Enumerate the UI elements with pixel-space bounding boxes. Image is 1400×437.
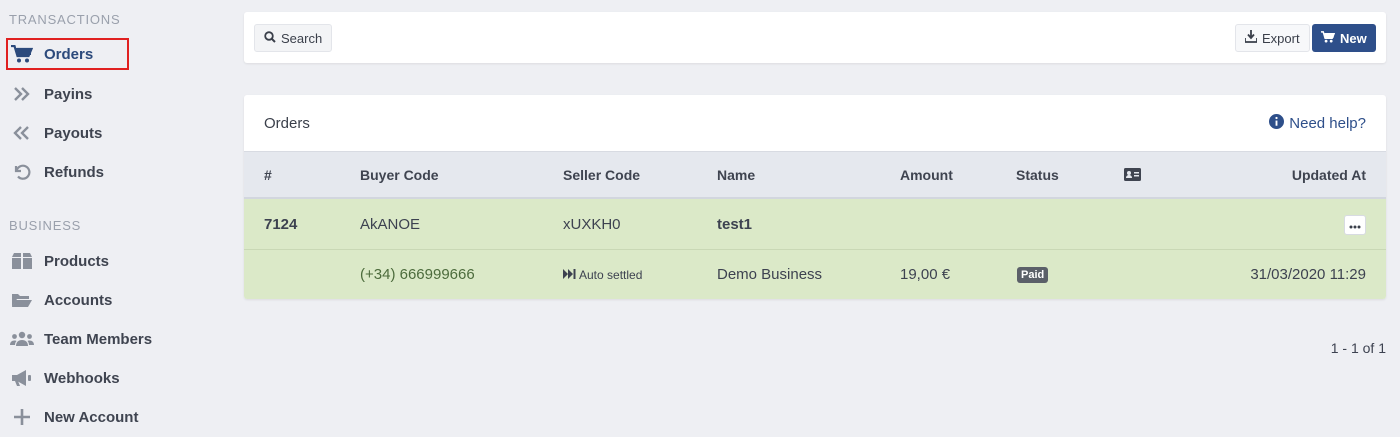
order-id: 7124 bbox=[264, 216, 298, 233]
updated-at: 31/03/2020 11:29 bbox=[1250, 266, 1366, 283]
table-header: # Buyer Code Seller Code Name Amount Sta… bbox=[244, 151, 1386, 199]
sidebar-item-label: Accounts bbox=[44, 291, 113, 309]
section-title-transactions: TRANSACTIONS bbox=[9, 12, 121, 27]
sidebar-item-payouts[interactable]: Payouts bbox=[6, 117, 129, 149]
new-button-label: New bbox=[1340, 30, 1367, 46]
buyer-code: AkANOE bbox=[360, 216, 421, 233]
table-row-details[interactable]: (+34) 666999666 Auto settled Demo Busine… bbox=[244, 250, 1386, 299]
sidebar-item-label: Team Members bbox=[44, 330, 153, 348]
sidebar-item-new-account[interactable]: New Account bbox=[6, 401, 226, 433]
table-row[interactable]: 7124 AkANOE xUXKH0 test1 bbox=[244, 199, 1386, 250]
column-header-status[interactable]: Status bbox=[1016, 167, 1059, 183]
download-icon bbox=[1244, 30, 1258, 46]
undo-icon bbox=[9, 162, 35, 182]
search-icon bbox=[264, 30, 276, 46]
need-help-link[interactable]: Need help? bbox=[1269, 114, 1366, 133]
search-button[interactable]: Search bbox=[254, 24, 333, 52]
column-header-updated-at[interactable]: Updated At bbox=[1292, 167, 1366, 183]
sidebar-item-label: Refunds bbox=[44, 163, 104, 181]
sidebar-item-label: Payouts bbox=[44, 124, 103, 142]
sidebar-item-label: Payins bbox=[44, 85, 93, 103]
status-badge: Paid bbox=[1017, 267, 1049, 283]
seller-code: xUXKH0 bbox=[563, 216, 621, 233]
business-name: Demo Business bbox=[717, 266, 823, 283]
search-button-label: Search bbox=[281, 30, 323, 46]
fast-forward-icon bbox=[563, 268, 576, 282]
sidebar-item-label: Products bbox=[44, 252, 110, 270]
export-button-label: Export bbox=[1262, 30, 1300, 46]
sidebar-item-payins[interactable]: Payins bbox=[6, 78, 129, 110]
id-card-icon bbox=[1124, 168, 1141, 184]
info-icon bbox=[1269, 114, 1285, 133]
cart-icon bbox=[1321, 30, 1336, 46]
sidebar-item-label: New Account bbox=[44, 408, 139, 426]
column-header-buyer-code[interactable]: Buyer Code bbox=[360, 167, 439, 183]
sidebar-item-orders[interactable]: Orders bbox=[6, 38, 129, 70]
sidebar-item-team-members[interactable]: Team Members bbox=[6, 323, 226, 355]
order-amount: 19,00 € bbox=[900, 266, 951, 283]
orders-card: Orders Need help? # Buyer Code Seller Co… bbox=[244, 95, 1386, 299]
sidebar-item-refunds[interactable]: Refunds bbox=[6, 156, 129, 188]
section-title-business: BUSINESS bbox=[9, 218, 82, 233]
card-title: Orders bbox=[264, 115, 310, 132]
column-header-name[interactable]: Name bbox=[717, 167, 755, 183]
toolbar: Search Export New bbox=[244, 12, 1386, 63]
sidebar-item-label: Webhooks bbox=[44, 369, 120, 387]
double-chevron-left-icon bbox=[9, 123, 35, 143]
sidebar-item-accounts[interactable]: Accounts bbox=[6, 284, 226, 316]
seller-settlement: Auto settled bbox=[563, 268, 642, 282]
sidebar-item-webhooks[interactable]: Webhooks bbox=[6, 362, 226, 394]
buyer-phone: (+34) 666999666 bbox=[360, 266, 475, 283]
column-header-id[interactable]: # bbox=[264, 167, 272, 183]
sidebar-item-products[interactable]: Products bbox=[6, 245, 226, 277]
pagination-summary: 1 - 1 of 1 bbox=[1330, 340, 1386, 356]
new-button[interactable]: New bbox=[1312, 24, 1376, 52]
plus-icon bbox=[9, 407, 35, 427]
column-header-amount[interactable]: Amount bbox=[900, 167, 953, 183]
need-help-label: Need help? bbox=[1289, 115, 1366, 132]
double-chevron-right-icon bbox=[9, 84, 35, 104]
seller-settlement-label: Auto settled bbox=[579, 268, 643, 282]
folder-open-icon bbox=[9, 290, 35, 310]
sidebar-item-label: Orders bbox=[44, 45, 94, 63]
export-button[interactable]: Export bbox=[1235, 24, 1310, 52]
users-icon bbox=[9, 329, 35, 349]
bullhorn-icon bbox=[9, 368, 35, 388]
sidebar: TRANSACTIONS Orders Payins Payouts Refun… bbox=[0, 0, 230, 437]
cart-icon bbox=[9, 44, 35, 64]
column-header-seller-code[interactable]: Seller Code bbox=[563, 167, 640, 183]
box-icon bbox=[9, 251, 35, 271]
more-actions-button[interactable] bbox=[1344, 215, 1366, 235]
ellipsis-icon bbox=[1349, 216, 1361, 234]
order-name: test1 bbox=[717, 216, 753, 233]
